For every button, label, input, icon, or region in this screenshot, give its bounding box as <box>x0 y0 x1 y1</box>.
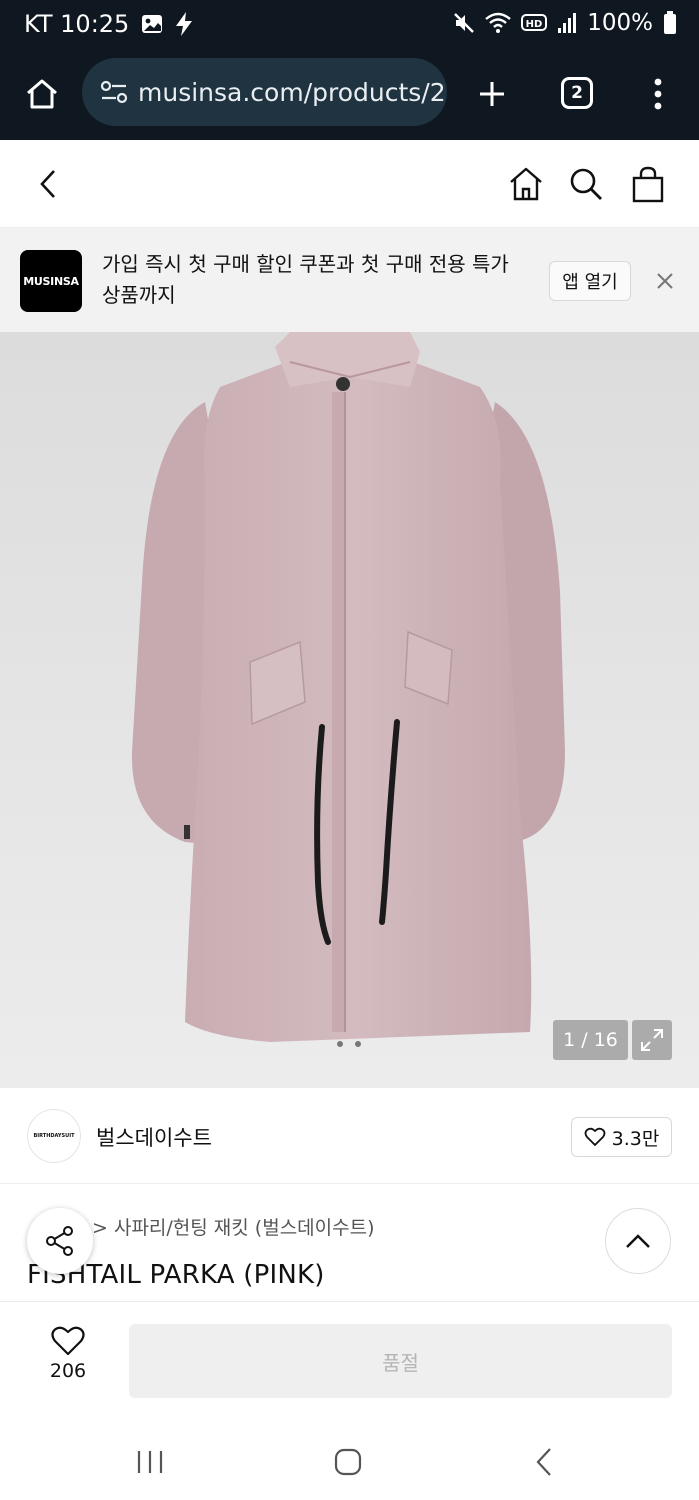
expand-image-button[interactable] <box>632 1020 672 1060</box>
recent-apps-button[interactable] <box>128 1444 172 1480</box>
recent-apps-icon <box>137 1451 163 1473</box>
url-text: musinsa.com/products/2 <box>138 77 446 107</box>
signal-icon <box>557 12 577 34</box>
search-icon <box>570 168 602 200</box>
musinsa-logo: MUSINSA <box>20 250 82 312</box>
tab-count: 2 <box>571 83 583 103</box>
cart-button[interactable] <box>628 162 668 206</box>
product-like-count: 206 <box>49 1360 87 1382</box>
product-like-button[interactable]: 206 <box>30 1326 106 1396</box>
system-back-button[interactable] <box>522 1444 566 1480</box>
product-image[interactable] <box>0 332 699 1088</box>
system-nav-bar <box>0 1422 699 1500</box>
brand-like-button[interactable]: 3.3만 <box>571 1117 672 1157</box>
breadcrumb[interactable]: > 사파리/헌팅 재킷 (벌스데이수트) <box>92 1213 375 1240</box>
site-header <box>0 140 699 228</box>
svg-text:HD: HD <box>526 19 543 30</box>
status-left: KT 10:25 <box>24 10 193 38</box>
status-right: HD 100% <box>453 10 677 36</box>
gallery-icon <box>141 14 163 34</box>
share-icon <box>46 1226 73 1256</box>
brand-row: BIRTHDAYSUIT 벌스데이수트 3.3만 <box>0 1088 699 1184</box>
back-icon <box>40 170 55 198</box>
share-button[interactable] <box>27 1208 93 1274</box>
browser-toolbar: musinsa.com/products/2 2 <box>0 54 699 140</box>
plus-icon <box>480 82 504 106</box>
status-bar: KT 10:25 HD 100% <box>0 0 699 54</box>
battery-icon <box>663 11 677 35</box>
expand-icon <box>641 1029 663 1051</box>
back-icon <box>536 1448 551 1476</box>
brand-name[interactable]: 벌스데이수트 <box>96 1122 212 1152</box>
banner-close-button[interactable] <box>652 268 678 294</box>
close-icon <box>657 273 673 289</box>
new-tab-button[interactable] <box>470 72 514 116</box>
address-bar[interactable]: musinsa.com/products/2 <box>82 58 447 126</box>
banner-message: 가입 즉시 첫 구매 할인 쿠폰과 첫 구매 전용 특가 상품까지 <box>102 252 509 307</box>
home-outline-icon <box>334 1448 362 1476</box>
more-menu-button[interactable] <box>642 72 674 116</box>
site-settings-icon[interactable] <box>94 80 134 104</box>
brand-logo[interactable]: BIRTHDAYSUIT <box>27 1109 81 1163</box>
tabs-button[interactable]: 2 <box>561 77 593 109</box>
back-button[interactable] <box>30 164 66 204</box>
image-counter: 1 / 16 <box>553 1020 628 1060</box>
purchase-action-bar: 206 품절 <box>0 1301 699 1422</box>
site-home-button[interactable] <box>506 162 546 206</box>
wifi-icon <box>485 12 512 34</box>
scroll-top-button[interactable] <box>605 1208 671 1274</box>
chevron-up-icon <box>626 1234 650 1248</box>
more-icon <box>654 78 662 110</box>
home-icon <box>27 79 57 109</box>
bolt-icon <box>175 12 193 36</box>
heart-icon <box>584 1127 606 1146</box>
battery-percent: 100% <box>587 10 653 36</box>
parka-illustration <box>131 332 565 1047</box>
system-home-button[interactable] <box>326 1444 370 1480</box>
soldout-button[interactable]: 품절 <box>129 1324 672 1398</box>
search-button[interactable] <box>566 162 606 206</box>
home-icon <box>510 167 542 201</box>
mute-icon <box>453 12 475 34</box>
carrier-time: KT 10:25 <box>24 10 130 38</box>
brand-like-count: 3.3만 <box>611 1127 660 1150</box>
heart-icon <box>51 1326 85 1356</box>
browser-home-button[interactable] <box>20 72 64 116</box>
hd-icon: HD <box>521 13 548 33</box>
app-install-banner: MUSINSA 가입 즉시 첫 구매 할인 쿠폰과 첫 구매 전용 특가 상품까… <box>0 228 699 332</box>
open-app-button[interactable]: 앱 열기 <box>549 261 631 301</box>
bag-icon <box>632 166 664 203</box>
